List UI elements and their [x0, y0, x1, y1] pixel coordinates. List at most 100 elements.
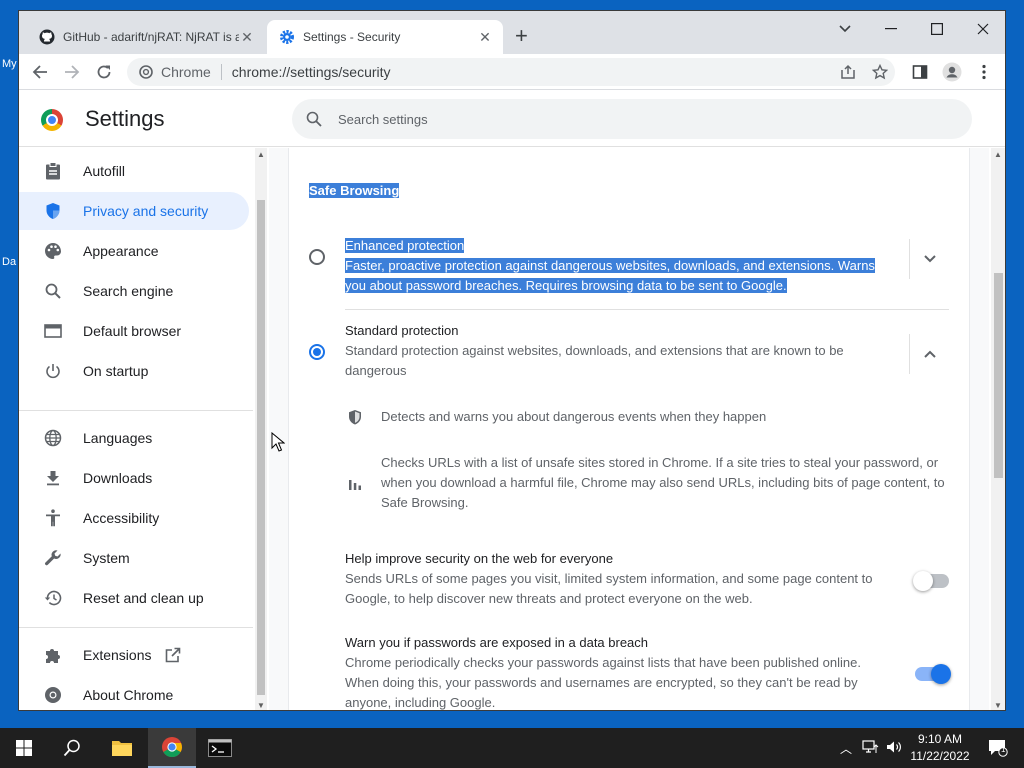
- chrome-icon: [162, 737, 182, 758]
- settings-main: Safe Browsing Enhanced protection Faster…: [269, 148, 989, 710]
- profile-button[interactable]: [941, 61, 963, 83]
- tab-github[interactable]: GitHub - adarift/njRAT: NjRAT is a ✕: [27, 20, 265, 54]
- tab-search-button[interactable]: [822, 15, 868, 43]
- taskbar-chrome[interactable]: [148, 728, 196, 768]
- option-description: Faster, proactive protection against dan…: [345, 258, 875, 293]
- avatar-icon: [942, 62, 962, 82]
- side-panel-button[interactable]: [909, 61, 931, 83]
- history-icon: [43, 588, 63, 608]
- taskbar-clock[interactable]: 9:10 AM 11/22/2022: [905, 731, 975, 765]
- close-icon: [977, 23, 989, 35]
- sidebar-item-reset-and-clean-up[interactable]: Reset and clean up: [19, 579, 249, 617]
- sidebar-item-label: About Chrome: [83, 687, 174, 703]
- back-button[interactable]: [29, 61, 51, 83]
- action-center-button[interactable]: 1: [978, 728, 1018, 768]
- option-label: Standard protection: [345, 323, 459, 338]
- clock-time: 9:10 AM: [917, 732, 963, 746]
- settings-header: Settings Search settings: [19, 91, 1005, 147]
- shield-icon: [345, 407, 365, 427]
- maximize-button[interactable]: [914, 15, 960, 43]
- taskbar-search-button[interactable]: [48, 728, 96, 768]
- scrollbar-thumb[interactable]: [257, 200, 265, 695]
- clock-date: 11/22/2022: [910, 749, 970, 763]
- sidebar-item-languages[interactable]: Languages: [19, 419, 249, 457]
- collapse-standard-button[interactable]: [909, 334, 949, 374]
- sidebar-item-appearance[interactable]: Appearance: [19, 232, 249, 270]
- menu-button[interactable]: [973, 61, 995, 83]
- taskbar-terminal[interactable]: [196, 728, 244, 768]
- sidebar-scrollbar[interactable]: ▲ ▼: [255, 148, 267, 710]
- detail-text: Detects and warns you about dangerous ev…: [381, 409, 767, 424]
- notification-count: 1: [1001, 745, 1006, 754]
- sidebar-item-extensions[interactable]: Extensions: [19, 636, 249, 674]
- desktop-icon-label[interactable]: My: [2, 58, 17, 70]
- help-improve-toggle[interactable]: [913, 571, 949, 591]
- divider: [220, 64, 222, 80]
- forward-button[interactable]: [61, 61, 83, 83]
- standard-protection-option[interactable]: Standard protection Standard protection …: [309, 311, 949, 381]
- sidebar-item-label: On startup: [83, 363, 149, 379]
- close-tab-icon[interactable]: ✕: [477, 29, 493, 46]
- address-bar[interactable]: Chrome chrome://settings/security: [127, 58, 895, 86]
- desktop-icon-label[interactable]: Da: [2, 256, 16, 268]
- scroll-up-arrow-icon[interactable]: ▲: [991, 150, 1005, 159]
- sidebar-item-about-chrome[interactable]: About Chrome: [19, 676, 249, 710]
- close-tab-icon[interactable]: ✕: [239, 29, 255, 46]
- section-title: Safe Browsing: [309, 183, 400, 198]
- search-icon: [43, 281, 63, 301]
- scroll-up-arrow-icon[interactable]: ▲: [255, 150, 267, 159]
- open-in-new-icon: [165, 647, 181, 663]
- sidebar-item-system[interactable]: System: [19, 539, 249, 577]
- sidebar-item-label: Search engine: [83, 283, 174, 299]
- taskbar: ︿ 9:10 AM 11/22/2022 1: [0, 728, 1024, 768]
- taskbar-file-explorer[interactable]: [98, 728, 146, 768]
- sidebar-item-default-browser[interactable]: Default browser: [19, 312, 249, 350]
- network-icon[interactable]: [862, 740, 880, 757]
- option-text: Standard protection Standard protection …: [345, 321, 885, 381]
- sidebar-item-autofill[interactable]: Autofill: [19, 152, 249, 190]
- volume-icon[interactable]: [886, 740, 902, 757]
- standard-detail-item: Detects and warns you about dangerous ev…: [345, 407, 945, 427]
- sidebar-item-label: Accessibility: [83, 510, 160, 526]
- sidebar-item-accessibility[interactable]: Accessibility: [19, 499, 249, 537]
- scrollbar-thumb[interactable]: [994, 273, 1003, 478]
- enhanced-protection-option[interactable]: Enhanced protection Faster, proactive pr…: [309, 226, 949, 293]
- start-button[interactable]: [0, 728, 48, 768]
- sidebar-item-label: Downloads: [83, 470, 153, 486]
- standard-protection-radio[interactable]: [309, 344, 325, 360]
- sidebar-item-search-engine[interactable]: Search engine: [19, 272, 249, 310]
- chevron-up-icon: [923, 350, 936, 358]
- palette-icon: [43, 241, 63, 261]
- scroll-down-arrow-icon[interactable]: ▼: [991, 701, 1005, 710]
- help-improve-security-setting: Help improve security on the web for eve…: [345, 549, 949, 609]
- arrow-left-icon: [32, 65, 47, 79]
- close-window-button[interactable]: [960, 15, 1005, 43]
- expand-enhanced-button[interactable]: [909, 239, 949, 279]
- sidebar-item-label: Appearance: [83, 243, 159, 259]
- gear-icon: [280, 30, 294, 44]
- search-settings-input[interactable]: Search settings: [292, 99, 972, 139]
- sidebar-item-downloads[interactable]: Downloads: [19, 459, 249, 497]
- puzzle-icon: [43, 645, 63, 665]
- side-panel-icon: [912, 65, 928, 79]
- sidebar-item-on-startup[interactable]: On startup: [19, 352, 249, 390]
- chrome-icon: [139, 65, 153, 79]
- new-tab-button[interactable]: +: [515, 25, 528, 47]
- setting-description: Sends URLs of some pages you visit, limi…: [345, 571, 873, 606]
- minimize-button[interactable]: [868, 15, 914, 43]
- search-placeholder: Search settings: [338, 111, 428, 127]
- tab-settings[interactable]: Settings - Security ✕: [267, 20, 503, 54]
- download-icon: [43, 468, 63, 488]
- password-breach-toggle[interactable]: [915, 664, 951, 684]
- bookmark-button[interactable]: [869, 61, 891, 83]
- share-button[interactable]: [837, 61, 859, 83]
- enhanced-protection-radio[interactable]: [309, 249, 325, 265]
- reload-button[interactable]: [93, 61, 115, 83]
- settings-sidebar: Autofill Privacy and security Appearance…: [19, 148, 253, 710]
- sidebar-item-privacy-and-security[interactable]: Privacy and security: [19, 192, 249, 230]
- scroll-down-arrow-icon[interactable]: ▼: [255, 701, 267, 710]
- show-hidden-icons-icon[interactable]: ︿: [840, 740, 852, 757]
- main-scrollbar[interactable]: ▲ ▼: [991, 148, 1005, 710]
- chrome-icon: [43, 685, 63, 705]
- page-title: Settings: [85, 106, 165, 131]
